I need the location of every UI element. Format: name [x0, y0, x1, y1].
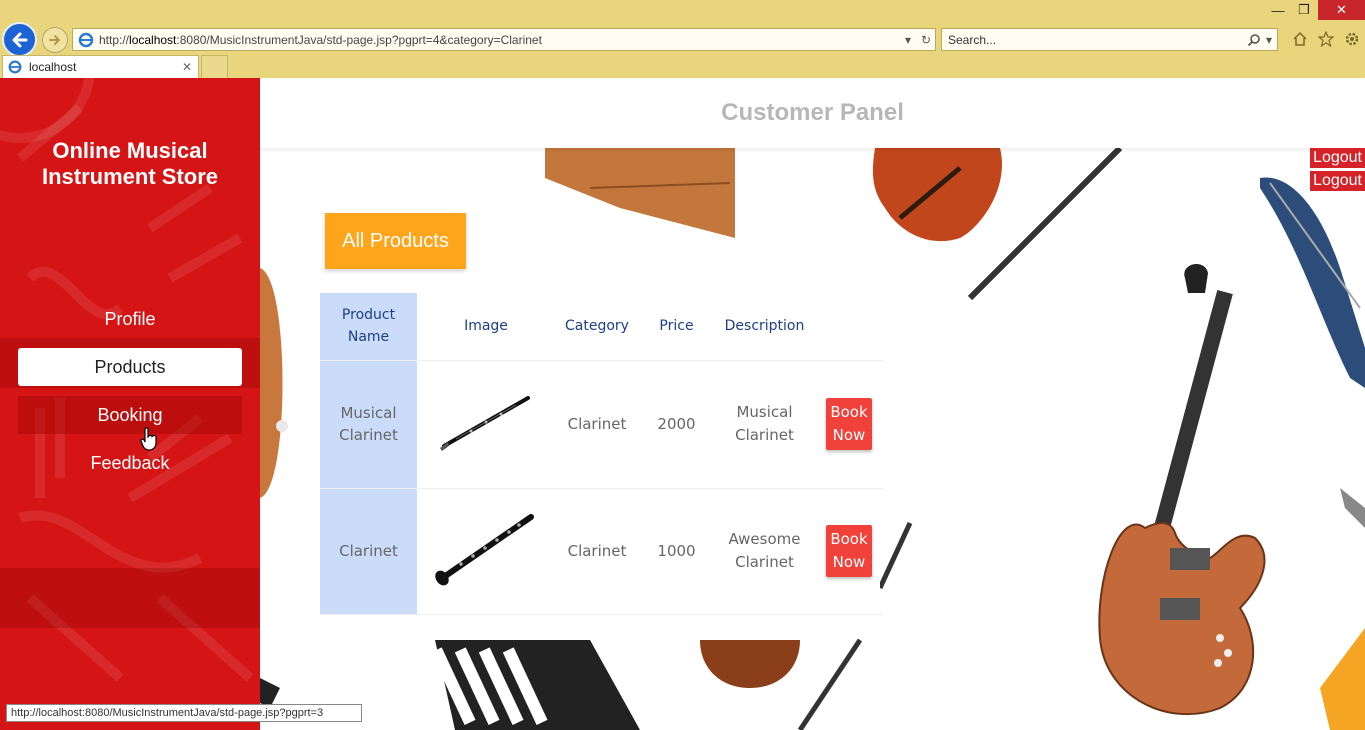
column-header-action [815, 293, 883, 361]
brand-line-1: Online Musical [52, 138, 208, 163]
sidebar: Online Musical Instrument Store Profile … [0, 78, 260, 730]
column-header-price: Price [639, 293, 714, 361]
logout-button[interactable]: Logout [1310, 148, 1365, 168]
product-image-cell [417, 488, 555, 615]
status-bar-url: http://localhost:8080/MusicInstrumentJav… [6, 704, 362, 722]
book-now-button[interactable]: Book Now [826, 525, 872, 577]
product-name-cell: Clarinet [320, 488, 417, 615]
product-price-cell: 2000 [639, 360, 714, 489]
product-price-cell: 1000 [639, 488, 714, 615]
browser-tab[interactable]: localhost ✕ [2, 55, 199, 78]
product-image-cell [417, 360, 555, 489]
new-tab-button[interactable] [201, 55, 228, 78]
close-window-button[interactable]: ✕ [1318, 0, 1365, 20]
main-header: Customer Panel [260, 78, 1365, 148]
restore-button[interactable]: ❐ [1292, 0, 1316, 20]
address-url: http://localhost:8080/MusicInstrumentJav… [99, 32, 542, 47]
product-description-cell: Awesome Clarinet [714, 488, 815, 615]
book-now-button[interactable]: Book Now [826, 398, 872, 450]
address-bar[interactable]: http://localhost:8080/MusicInstrumentJav… [72, 28, 936, 51]
action-cell: Book Now [815, 488, 883, 615]
sidebar-item-label: Products [94, 356, 166, 377]
sidebar-item-label: Profile [104, 308, 156, 329]
all-products-heading: All Products [325, 213, 466, 269]
search-icon[interactable] [1247, 33, 1261, 47]
sidebar-item-feedback[interactable]: Feedback [18, 444, 242, 482]
tab-close-icon[interactable]: ✕ [182, 60, 192, 74]
search-box[interactable]: ▾ [941, 28, 1278, 51]
forward-button[interactable] [42, 27, 68, 53]
column-header-product-name: Product Name [320, 293, 417, 361]
ie-icon [78, 32, 94, 47]
brand-line-2: Instrument Store [41, 164, 219, 189]
refresh-icon[interactable]: ↻ [917, 33, 935, 47]
ie-tab-icon [8, 60, 22, 74]
minimize-button[interactable]: — [1266, 0, 1290, 20]
gear-icon[interactable] [1342, 29, 1362, 49]
sidebar-item-booking[interactable]: Booking [18, 396, 242, 434]
product-category-cell: Clarinet [555, 488, 639, 615]
star-icon[interactable] [1316, 29, 1336, 49]
product-name-cell: Musical Clarinet [320, 360, 417, 489]
clarinet-image [440, 396, 530, 451]
store-brand: Online Musical Instrument Store [0, 138, 260, 190]
hand-cursor-icon [140, 427, 157, 451]
column-header-category: Category [555, 293, 639, 361]
search-input[interactable] [948, 32, 1247, 47]
search-dropdown-icon[interactable]: ▾ [1261, 33, 1277, 47]
arrow-left-icon [12, 32, 27, 47]
products-table: Product Name Image Category Price Descri… [320, 293, 883, 615]
logout-button-secondary[interactable]: Logout [1310, 171, 1365, 191]
table-row: Clarinet Clarinet 1000 Awesome Clarinet [320, 488, 883, 615]
table-row: Musical Clarinet Clarinet 2000 Musical C… [320, 360, 883, 489]
product-description-cell: Musical Clarinet [714, 360, 815, 489]
address-dropdown-icon[interactable]: ▾ [899, 33, 917, 47]
table-header-row: Product Name Image Category Price Descri… [320, 293, 883, 361]
sidebar-item-profile[interactable]: Profile [18, 300, 242, 338]
clarinet-image [435, 514, 534, 586]
page-title: Customer Panel [721, 99, 904, 126]
tab-title: localhost [29, 60, 77, 74]
home-icon[interactable] [1290, 29, 1310, 49]
product-category-cell: Clarinet [555, 360, 639, 489]
arrow-right-icon [49, 35, 61, 45]
back-button[interactable] [2, 22, 37, 57]
column-header-image: Image [417, 293, 555, 361]
sidebar-item-label: Booking [97, 404, 163, 425]
sidebar-item-label: Feedback [90, 452, 170, 473]
sidebar-item-products[interactable]: Products [18, 348, 242, 386]
action-cell: Book Now [815, 360, 883, 489]
browser-chrome: http://localhost:8080/MusicInstrumentJav… [0, 0, 1365, 78]
column-header-description: Description [714, 293, 815, 361]
